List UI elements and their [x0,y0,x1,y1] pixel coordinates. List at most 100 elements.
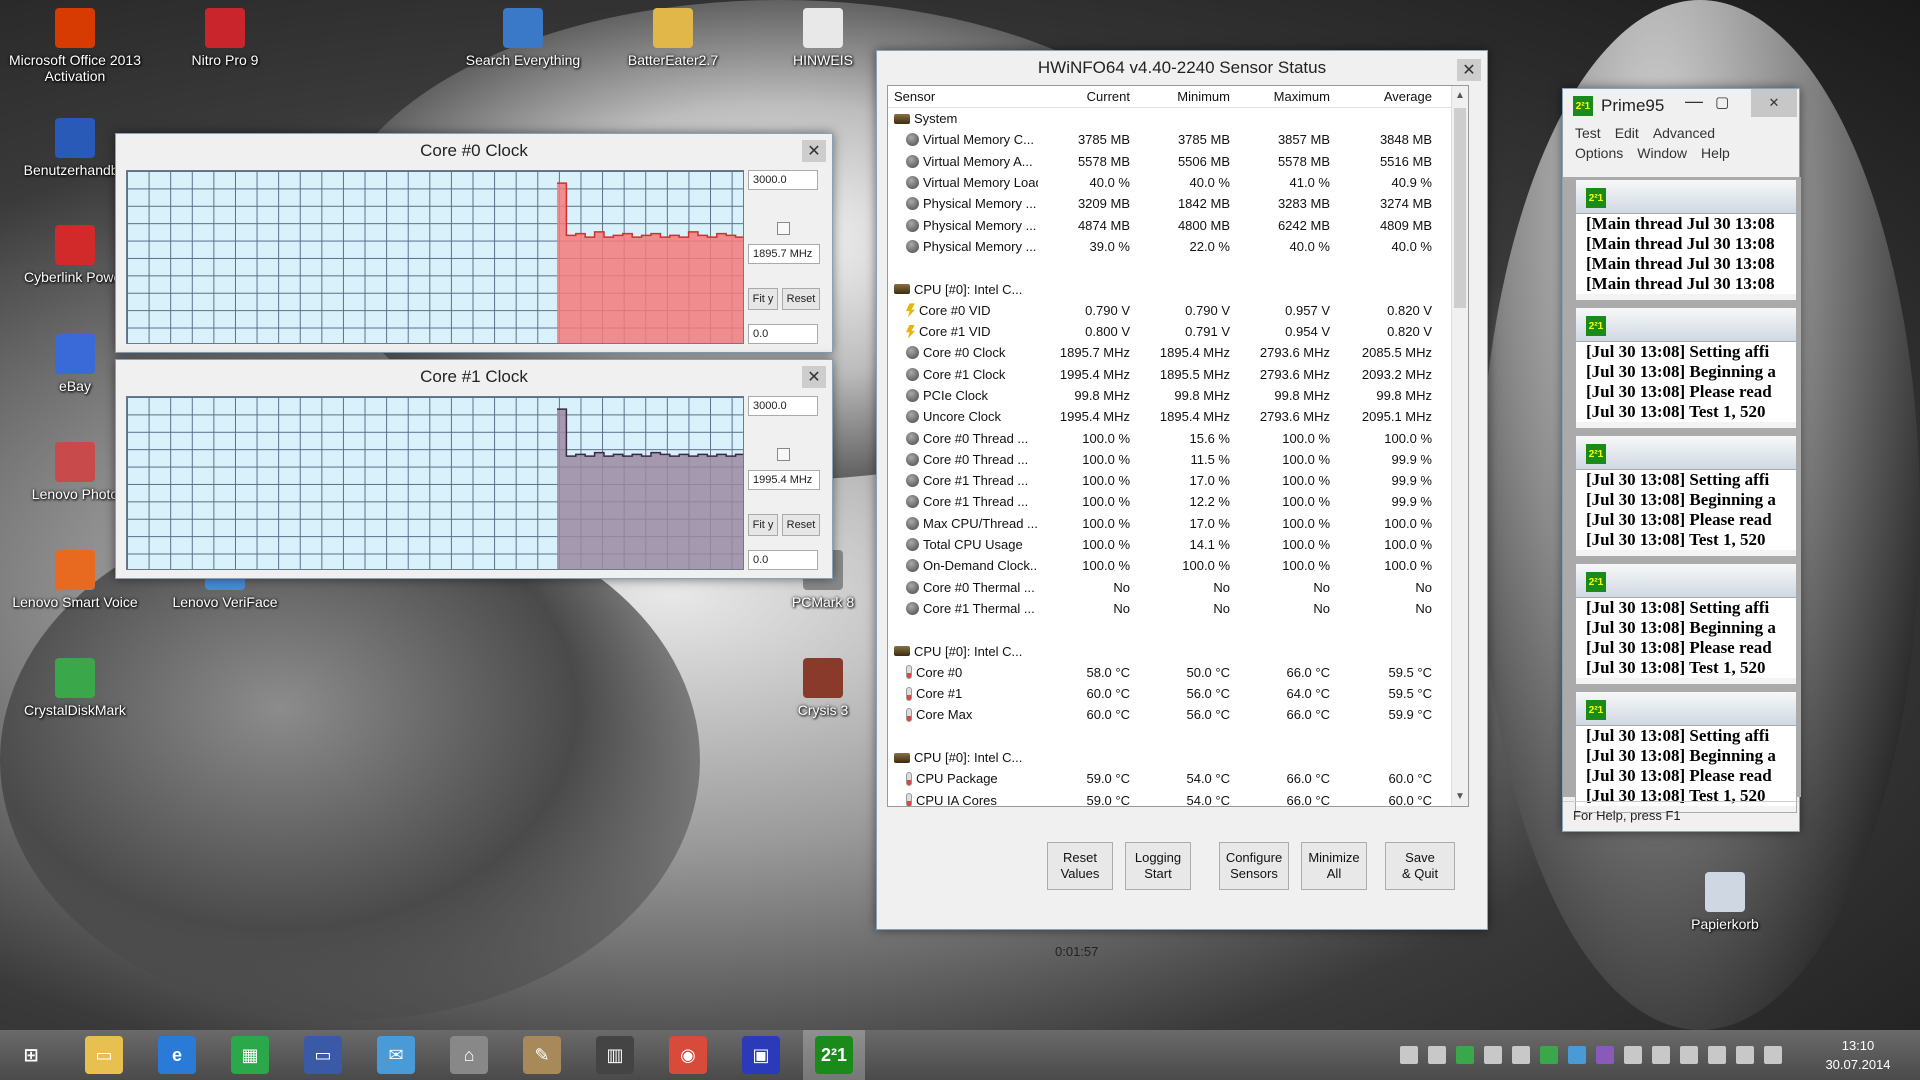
sensor-row[interactable]: Core #1 Thread ... 100.0 % 17.0 % 100.0 % 99… [888,470,1468,491]
sensor-row[interactable]: Max CPU/Thread ... 100.0 % 17.0 % 100.0 % 10… [888,513,1468,534]
start-button[interactable]: ⊞ [0,1030,62,1080]
reset-button[interactable]: Reset [782,514,820,536]
graph-autoscale-checkbox[interactable] [777,222,790,235]
worker-window[interactable]: 2²1 [Main thread Jul 30 13:08 [Main thread… [1575,179,1797,301]
fit-y-button[interactable]: Fit y [748,288,778,310]
lenovo-monitor-icon[interactable]: ▭ [292,1030,354,1080]
worker-window-titlebar[interactable]: 2²1 [1576,180,1796,214]
tray-app2-icon[interactable] [1596,1046,1614,1064]
desktop-shortcut[interactable]: Search Everything [448,8,598,68]
save-quit-button[interactable]: Save & Quit [1385,842,1455,890]
minimize-icon[interactable]: — [1685,91,1703,112]
graph-autoscale-checkbox[interactable] [777,448,790,461]
window-titlebar[interactable]: HWiNFO64 v4.40-2240 Sensor Status ✕ [877,51,1487,85]
mail-icon[interactable]: ✉ [365,1030,427,1080]
prime95-taskbar-icon[interactable]: 2²1 [803,1030,865,1080]
tray-volume-icon[interactable] [1764,1046,1782,1064]
paint-icon[interactable]: ✎ [511,1030,573,1080]
tray-camera-icon[interactable] [1624,1046,1642,1064]
logging-start-button[interactable]: Logging Start [1125,842,1191,890]
sensor-row[interactable]: Virtual Memory Load 40.0 % 40.0 % 41.0 % 40.… [888,172,1468,193]
graph-min-field[interactable]: 0.0 [748,324,818,344]
tray-flag-icon[interactable] [1652,1046,1670,1064]
sensor-row[interactable]: CPU Package 59.0 °C 54.0 °C 66.0 °C 60.0 °C [888,768,1468,789]
sensor-row[interactable]: Physical Memory ... 4874 MB 4800 MB 6242 MB… [888,214,1468,235]
menu-options[interactable]: Options [1575,145,1623,161]
worker-window[interactable]: 2²1 [Jul 30 13:08] Setting affi [Jul 30 13… [1575,691,1797,813]
scrollbar-thumb[interactable] [1454,108,1466,308]
tray-security-icon[interactable] [1568,1046,1586,1064]
worker-window[interactable]: 2²1 [Jul 30 13:08] Setting affi [Jul 30 13… [1575,563,1797,685]
menu-advanced[interactable]: Advanced [1653,125,1715,141]
worker-window-titlebar[interactable]: 2²1 [1576,692,1796,726]
close-icon[interactable]: ✕ [802,366,826,388]
window-titlebar[interactable]: Core #0 Clock ✕ [116,134,832,168]
column-header-average[interactable]: Average [1338,89,1438,104]
column-header-sensor[interactable]: Sensor [888,89,1038,104]
sensor-row[interactable]: Virtual Memory C... 3785 MB 3785 MB 3857 MB… [888,129,1468,150]
desktop-shortcut[interactable]: Microsoft Office 2013 Activation [0,8,150,84]
sensor-row[interactable]: Core #0 Thread ... 100.0 % 11.5 % 100.0 % 99… [888,449,1468,470]
sensor-row[interactable]: Core #1 Thread ... 100.0 % 12.2 % 100.0 % 99… [888,491,1468,512]
sensor-row[interactable]: On-Demand Clock... 100.0 % 100.0 % 100.0 % 1… [888,555,1468,576]
desktop-shortcut[interactable]: CrystalDiskMark [0,658,150,718]
tray-battery-icon[interactable] [1708,1046,1726,1064]
tray-display-icon[interactable] [1680,1046,1698,1064]
sensor-row[interactable]: Core #0 58.0 °C 50.0 °C 66.0 °C 59.5 °C [888,662,1468,683]
sensor-row[interactable]: Total CPU Usage 100.0 % 14.1 % 100.0 % 100.0… [888,534,1468,555]
sensor-row[interactable]: Uncore Clock 1995.4 MHz 1895.4 MHz 2793.6 M… [888,406,1468,427]
scroll-down-icon[interactable]: ▼ [1455,791,1465,802]
tray-signal-icon[interactable] [1736,1046,1754,1064]
worker-window-titlebar[interactable]: 2²1 [1576,436,1796,470]
chrome-icon[interactable]: ◉ [657,1030,719,1080]
sensor-row[interactable]: Core #0 Clock 1895.7 MHz 1895.4 MHz 2793.6 … [888,342,1468,363]
core1-clock-window[interactable]: Core #1 Clock ✕ 3000.0 1995.4 MHz Fit y … [115,359,833,579]
sensor-row[interactable]: PCIe Clock 99.8 MHz 99.8 MHz 99.8 MHz 99.8 M… [888,385,1468,406]
store-icon[interactable]: ▦ [219,1030,281,1080]
reset-values-button[interactable]: Reset Values [1047,842,1113,890]
reset-button[interactable]: Reset [782,288,820,310]
tray-prime95-icon[interactable] [1456,1046,1474,1064]
internet-explorer-icon[interactable]: e [146,1030,208,1080]
sensor-row[interactable]: Physical Memory ... 39.0 % 22.0 % 40.0 % 40.… [888,236,1468,257]
sensor-group-row[interactable]: CPU [#0]: Intel C... [888,278,1468,299]
worker-window[interactable]: 2²1 [Jul 30 13:08] Setting affi [Jul 30 13… [1575,307,1797,429]
sensor-row[interactable]: Core #1 Thermal ... No No No No [888,598,1468,619]
column-header-minimum[interactable]: Minimum [1138,89,1238,104]
column-header-current[interactable]: Current [1038,89,1138,104]
close-icon[interactable]: ✕ [802,140,826,162]
hwinfo-taskbar-icon[interactable]: ▥ [584,1030,646,1080]
sensor-row[interactable]: Core #0 Thread ... 100.0 % 15.6 % 100.0 % 10… [888,427,1468,448]
save-disk-icon[interactable]: ▣ [730,1030,792,1080]
minimize-all-button[interactable]: Minimize All [1301,842,1367,890]
desktop-shortcut[interactable]: BatterEater2.7 [598,8,748,68]
maximize-icon[interactable]: ▢ [1715,93,1729,111]
menu-window[interactable]: Window [1637,145,1687,161]
worker-window-titlebar[interactable]: 2²1 [1576,564,1796,598]
sensor-row[interactable]: Core #0 Thermal ... No No No No [888,577,1468,598]
tray-keyboard-icon[interactable] [1512,1046,1530,1064]
desktop-shortcut[interactable]: Papierkorb [1650,872,1800,932]
window-titlebar[interactable]: 2²1 Prime95 — ▢ ✕ [1563,89,1799,123]
sensor-group-row[interactable]: CPU [#0]: Intel C... [888,747,1468,768]
tray-nvidia-icon[interactable] [1540,1046,1558,1064]
column-header-maximum[interactable]: Maximum [1238,89,1338,104]
sensor-scrollbar[interactable]: ▲ ▼ [1451,86,1468,806]
desktop-shortcut[interactable]: Nitro Pro 9 [150,8,300,68]
window-titlebar[interactable]: Core #1 Clock ✕ [116,360,832,394]
prime95-window[interactable]: 2²1 Prime95 — ▢ ✕ Test Edit Advanced Opt… [1562,88,1801,832]
sensor-group-row[interactable]: CPU [#0]: Intel C... [888,640,1468,661]
tray-app-icon[interactable] [1484,1046,1502,1064]
sensor-row[interactable]: Physical Memory ... 3209 MB 1842 MB 3283 MB… [888,193,1468,214]
file-explorer-icon[interactable]: ▭ [73,1030,135,1080]
home-icon[interactable]: ⌂ [438,1030,500,1080]
sensor-row[interactable]: Core #1 VID 0.800 V 0.791 V 0.954 V 0.820 V [888,321,1468,342]
close-icon[interactable]: ✕ [1457,59,1481,81]
scroll-up-icon[interactable]: ▲ [1455,90,1465,101]
fit-y-button[interactable]: Fit y [748,514,778,536]
sensor-row[interactable]: Core #1 Clock 1995.4 MHz 1895.5 MHz 2793.6 … [888,364,1468,385]
menu-edit[interactable]: Edit [1615,125,1639,141]
sensor-row[interactable]: Core Max 60.0 °C 56.0 °C 66.0 °C 59.9 °C [888,704,1468,725]
hwinfo-sensor-window[interactable]: HWiNFO64 v4.40-2240 Sensor Status ✕ Sens… [876,50,1488,959]
graph-max-field[interactable]: 3000.0 [748,170,818,190]
